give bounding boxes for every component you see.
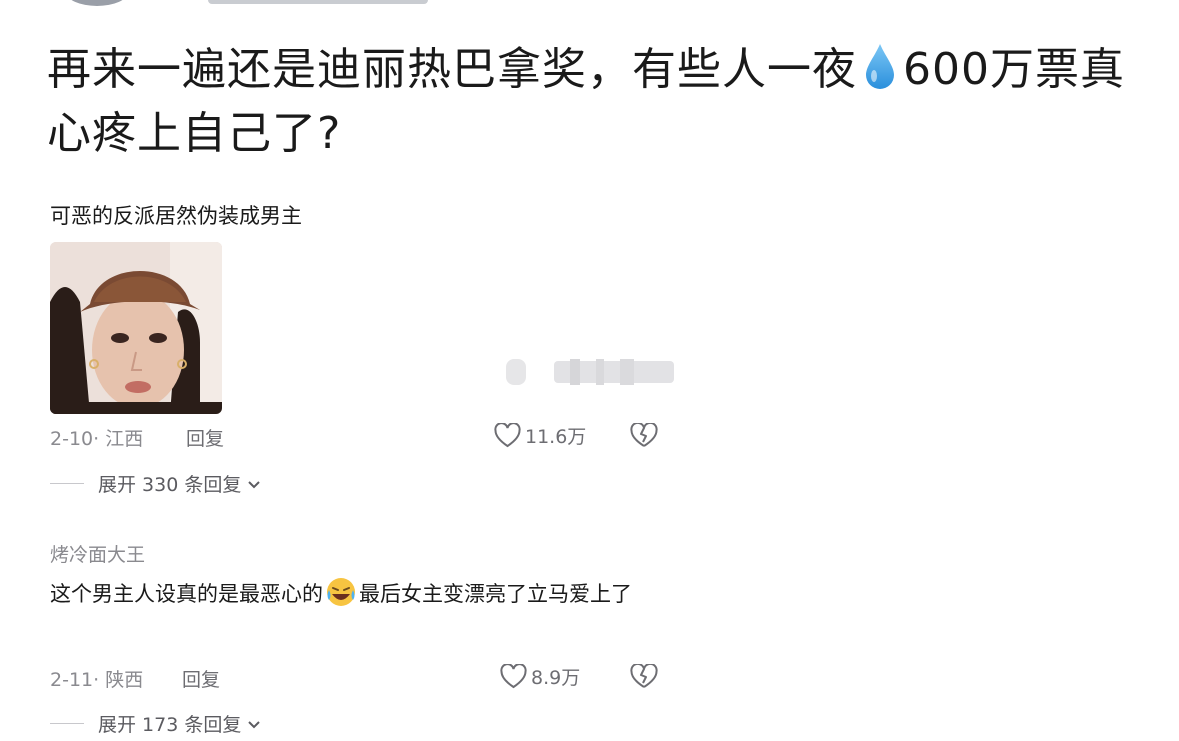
comment-2-dislike-button[interactable] <box>630 664 658 689</box>
comment-2-like-button[interactable]: 8.9万 <box>500 663 580 690</box>
broken-heart-icon <box>630 423 658 448</box>
comment-1-expand-label: 展开 330 条回复 <box>98 474 242 496</box>
comment-1-dislike-button[interactable] <box>630 423 658 448</box>
author-avatar[interactable] <box>66 0 128 6</box>
divider-dash <box>50 723 84 724</box>
author-name-obscured <box>208 0 428 4</box>
comment-2-text-before: 这个男主人设真的是最恶心的 <box>50 582 323 606</box>
heart-icon <box>494 423 521 448</box>
heart-icon <box>500 664 527 689</box>
comment-1-text: 可恶的反派居然伪装成男主 <box>50 204 302 228</box>
comment-1-like-count: 11.6万 <box>525 426 587 448</box>
chevron-down-icon <box>247 473 261 495</box>
broken-heart-icon <box>630 664 658 689</box>
cut-off-author-header <box>0 0 1179 8</box>
comment-2-text-after: 最后女主变漂亮了立马爱上了 <box>359 582 632 606</box>
comment-2-expand-replies[interactable]: 展开 173 条回复 <box>50 710 261 737</box>
comment-1-image[interactable] <box>50 242 222 414</box>
crying-laughing-emoji-icon <box>325 576 357 608</box>
comment-1-date-location: 2-10· 江西 <box>50 428 144 450</box>
comment-2-expand-label: 展开 173 条回复 <box>98 714 242 736</box>
divider-dash <box>50 483 84 484</box>
comment-1-reply-button[interactable]: 回复 <box>186 424 224 451</box>
comment-2-like-count: 8.9万 <box>531 667 581 689</box>
comment-1-like-button[interactable]: 11.6万 <box>494 422 586 449</box>
comment-2-text: 这个男主人设真的是最恶心的 最后女主变漂亮了立马爱上了 <box>50 576 670 610</box>
comment-2-reply-button[interactable]: 回复 <box>182 665 220 692</box>
comment-1-expand-replies[interactable]: 展开 330 条回复 <box>50 470 261 497</box>
post-title: 再来一遍还是迪丽热巴拿奖，有些人一夜 600万票真心疼上自己了? <box>47 38 1127 166</box>
comment-2-username[interactable]: 烤冷面大王 <box>50 540 145 567</box>
chevron-down-icon <box>247 713 261 735</box>
post-title-part1: 再来一遍还是迪丽热巴拿奖，有些人一夜 <box>47 44 857 95</box>
blurred-overlay <box>500 357 676 387</box>
comment-2-date-location: 2-11· 陕西 <box>50 669 144 691</box>
droplet-icon <box>863 42 897 92</box>
